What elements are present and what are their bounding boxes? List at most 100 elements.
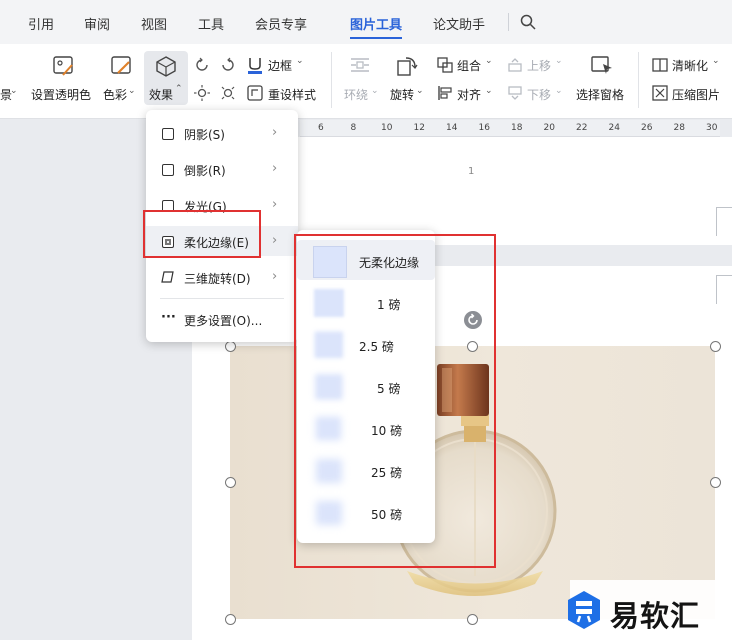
ribbon-divider [331, 52, 332, 108]
chevron-right-icon: › [272, 197, 278, 212]
wrap-text-icon [351, 58, 369, 72]
tab-view[interactable]: 视图 [141, 14, 167, 33]
contrast-icon[interactable] [220, 85, 236, 101]
color-adjust-icon[interactable] [110, 55, 132, 77]
tab-divider [508, 13, 509, 31]
compress-image-button[interactable]: 压缩图片 [672, 86, 720, 103]
group-button[interactable]: 组合 [457, 57, 481, 74]
rotate-right-icon[interactable] [220, 57, 236, 73]
tab-thesis-assistant[interactable]: 论文助手 [433, 14, 485, 33]
chevron-down-icon: ⌄ [555, 56, 563, 66]
watermark-logo-icon [568, 591, 600, 629]
ruler-tick-label: 6 [318, 123, 324, 133]
sharpen-button[interactable]: 清晰化 [672, 57, 708, 74]
chevron-right-icon: › [272, 125, 278, 140]
menu-item-label: 倒影(R) [184, 164, 226, 178]
bring-forward-icon [508, 58, 522, 72]
chevron-down-icon: ⌄ [371, 86, 379, 96]
chevron-down-icon: ⌄ [712, 56, 720, 66]
send-backward-button[interactable]: 下移 [527, 86, 551, 103]
chevron-down-icon: ⌄ [128, 86, 136, 96]
resize-handle-left[interactable] [225, 477, 236, 488]
page-corner-mark [716, 207, 732, 236]
reset-style-icon[interactable] [247, 85, 263, 101]
bring-forward-button[interactable]: 上移 [527, 57, 551, 74]
ruler-tick-label: 14 [446, 123, 458, 133]
chevron-right-icon: › [272, 233, 278, 248]
selection-pane-icon[interactable] [590, 55, 614, 77]
resize-handle-right[interactable] [710, 477, 721, 488]
ribbon-tab-bar: 引用 审阅 视图 工具 会员专享 图片工具 论文助手 [0, 0, 732, 44]
wrap-button[interactable]: 环绕 [344, 86, 368, 103]
watermark-text: 易软汇 [610, 599, 701, 633]
transparent-color-icon[interactable] [52, 55, 74, 77]
tab-tools[interactable]: 工具 [198, 14, 224, 33]
group-icon[interactable] [437, 57, 453, 73]
brightness-icon[interactable] [194, 85, 210, 101]
more-icon: ··· [161, 310, 176, 325]
ruler-tick-label: 22 [576, 123, 588, 133]
menu-item-label: 阴影(S) [184, 128, 225, 142]
page-number: 1 [468, 166, 475, 177]
menu-item-more-settings[interactable]: ··· 更多设置(O)... [146, 304, 298, 334]
rotate-left-icon[interactable] [194, 57, 210, 73]
active-tab-indicator [350, 37, 402, 39]
resize-handle-bottom[interactable] [467, 614, 478, 625]
ruler-tick-label: 18 [511, 123, 523, 133]
compress-image-icon[interactable] [652, 85, 668, 101]
chevron-down-icon: ⌄ [296, 56, 304, 66]
color-button[interactable]: 色彩 [103, 86, 127, 103]
chevron-down-icon: ⌄ [485, 56, 493, 66]
ruler-tick-label: 16 [478, 123, 490, 133]
tab-review[interactable]: 审阅 [84, 14, 110, 33]
highlight-box-soft-edges [143, 210, 261, 258]
chevron-down-icon: ⌄ [10, 86, 18, 96]
horizontal-ruler: 6 8 10 12 14 16 18 20 22 24 26 28 30 [300, 120, 720, 137]
ruler-tick-label: 8 [350, 123, 357, 133]
tab-member[interactable]: 会员专享 [255, 14, 307, 33]
selection-pane-button[interactable]: 选择窗格 [576, 86, 624, 103]
tab-picture-tools[interactable]: 图片工具 [350, 14, 402, 33]
rotate-button[interactable]: 旋转 [390, 86, 414, 103]
tab-references[interactable]: 引用 [28, 14, 54, 33]
shadow-icon [162, 128, 174, 140]
highlight-box-soft-edge-options [294, 234, 496, 568]
search-icon[interactable] [520, 14, 536, 30]
ribbon-divider [638, 52, 639, 108]
reflection-icon [162, 164, 174, 176]
align-icon[interactable] [437, 85, 453, 101]
effects-button[interactable]: 效果 [149, 86, 173, 103]
menu-divider [160, 298, 284, 299]
chevron-up-icon: ⌃ [175, 84, 183, 94]
chevron-right-icon: › [272, 161, 278, 176]
chevron-right-icon: › [272, 269, 278, 284]
ruler-tick-label: 30 [706, 123, 718, 133]
border-icon[interactable] [247, 56, 263, 74]
chevron-down-icon: ⌄ [485, 86, 493, 96]
3d-rotation-icon [161, 271, 174, 283]
menu-item-shadow[interactable]: 阴影(S) › [146, 118, 298, 148]
border-button[interactable]: 边框 [268, 57, 292, 74]
set-transparent-color-button[interactable]: 设置透明色 [31, 86, 91, 103]
sharpen-icon[interactable] [652, 57, 668, 73]
menu-item-label: 更多设置(O)... [184, 314, 263, 328]
send-backward-icon [508, 86, 522, 100]
ruler-tick-label: 12 [413, 123, 425, 133]
page-corner-mark [716, 275, 732, 304]
rotate-object-icon[interactable] [396, 55, 418, 77]
align-button[interactable]: 对齐 [457, 86, 481, 103]
ruler-tick-label: 20 [543, 123, 555, 133]
resize-handle-top-left[interactable] [225, 341, 236, 352]
menu-item-reflection[interactable]: 倒影(R) › [146, 154, 298, 184]
effects-cube-icon[interactable] [155, 55, 177, 77]
resize-handle-top-right[interactable] [710, 341, 721, 352]
menu-item-3d-rotation[interactable]: 三维旋转(D) › [146, 262, 298, 292]
ruler-tick-label: 26 [641, 123, 653, 133]
chevron-down-icon: ⌄ [555, 86, 563, 96]
reset-style-button[interactable]: 重设样式 [268, 86, 316, 103]
ruler-tick-label: 10 [381, 123, 393, 133]
resize-handle-bottom-left[interactable] [225, 614, 236, 625]
chevron-down-icon: ⌄ [416, 86, 424, 96]
ruler-tick-label: 24 [608, 123, 620, 133]
ruler-tick-label: 28 [673, 123, 685, 133]
